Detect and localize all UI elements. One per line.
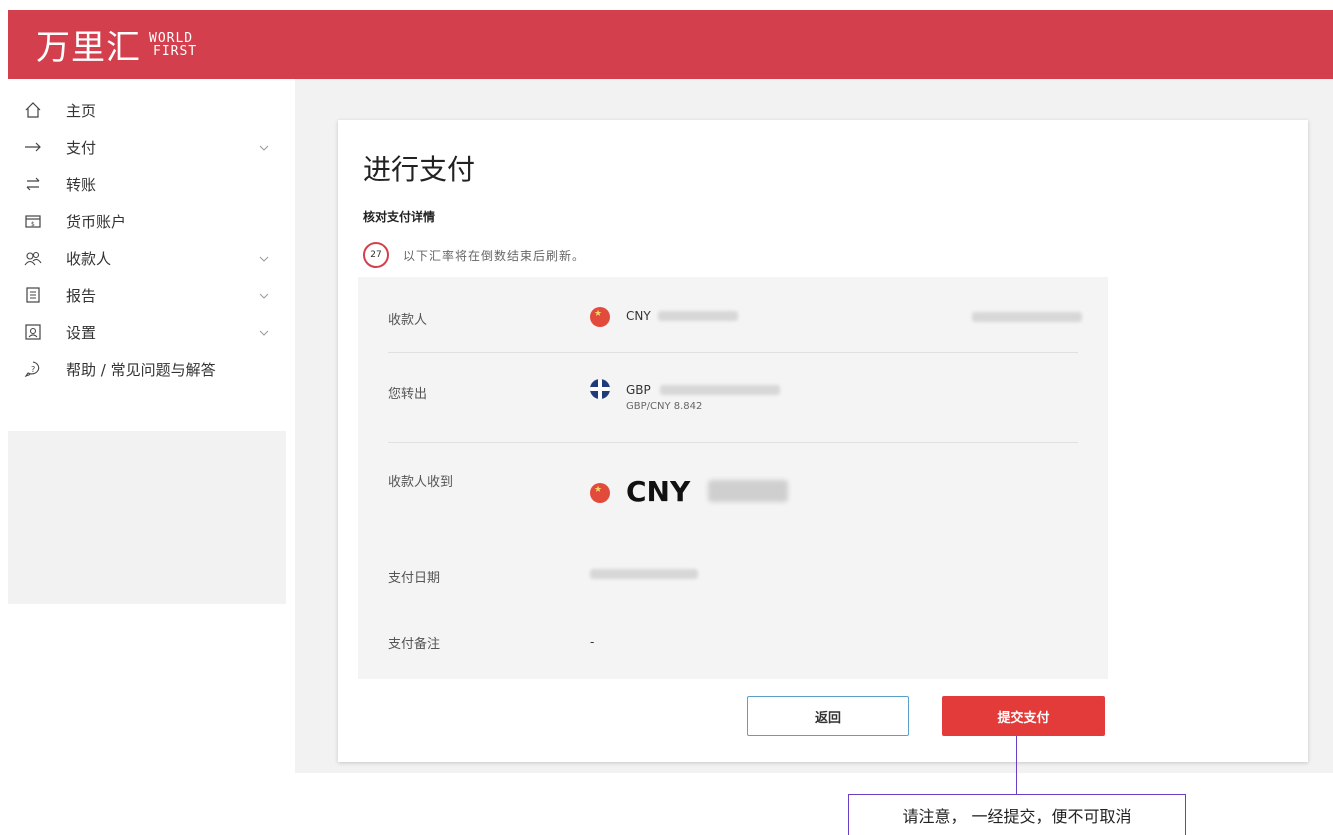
rate-timer-row: 27 以下汇率将在倒数结束后刷新。 [363,242,585,268]
sidebar-item-label: 收款人 [66,249,112,268]
sidebar-item-label: 帮助 / 常见问题与解答 [66,360,216,379]
back-button[interactable]: 返回 [747,696,909,736]
send-currency: GBP [626,383,651,397]
gb-flag-icon [590,379,610,399]
sidebar-item-label: 主页 [66,101,97,120]
report-icon [18,286,48,304]
countdown-timer-icon: 27 [363,242,389,268]
cn-flag-icon [590,483,610,503]
wallet-icon: $ [18,212,48,230]
receive-currency: CNY [626,475,691,508]
payment-date-redacted [590,569,698,579]
payment-details-panel: 收款人 CNY 您转出 GBP GBP/CNY 8.842 收款人收到 CNY … [358,277,1108,679]
payment-card: 进行支付 核对支付详情 27 以下汇率将在倒数结束后刷新。 收款人 CNY 您转… [338,120,1308,762]
you-send-label: 您转出 [388,387,428,402]
sidebar-empty-panel [8,431,286,604]
payment-note-value: - [590,635,595,649]
receive-amount-redacted [708,480,788,502]
sidebar-item-settings[interactable]: 设置 [8,317,283,347]
sidebar-item-transfer[interactable]: 转账 [8,169,283,199]
payee-account-redacted [972,312,1082,322]
payee-currency: CNY [626,309,651,323]
arrow-right-icon [18,138,48,156]
sidebar-item-payees[interactable]: 收款人 [8,243,283,273]
payee-label: 收款人 [388,313,428,328]
sidebar-item-home[interactable]: 主页 [8,95,283,125]
worldfirst-logo[interactable]: 万里汇 WORLD FIRST [36,20,197,69]
payment-note-label: 支付备注 [388,637,441,652]
sidebar-item-label: 转账 [66,175,97,194]
divider [388,352,1078,353]
sidebar-item-label: 货币账户 [66,212,127,231]
exchange-rate: GBP/CNY 8.842 [626,401,703,412]
chevron-down-icon [258,288,270,306]
timer-message: 以下汇率将在倒数结束后刷新。 [403,248,586,263]
sidebar-item-reports[interactable]: 报告 [8,280,283,310]
transfer-icon [18,175,48,193]
top-header: 万里汇 WORLD FIRST [8,10,1333,79]
sidebar-item-payments[interactable]: 支付 [8,132,283,162]
settings-icon [18,323,48,341]
divider [388,442,1078,443]
sidebar-item-currency-accounts[interactable]: $ 货币账户 [8,206,283,236]
cn-flag-icon [590,307,610,327]
chevron-down-icon [258,325,270,343]
warning-callout: 请注意， 一经提交，便不可取消 [848,794,1186,835]
callout-connector [1016,736,1017,794]
sidebar-item-help[interactable]: ? 帮助 / 常见问题与解答 [8,354,283,384]
sidebar-item-label: 支付 [66,138,97,157]
sidebar-item-label: 设置 [66,323,97,342]
svg-text:?: ? [31,365,35,374]
people-icon [18,249,48,267]
chevron-down-icon [258,140,270,158]
section-title: 核对支付详情 [363,210,436,224]
payee-name-redacted [658,311,738,321]
submit-payment-button[interactable]: 提交支付 [942,696,1105,736]
page-title: 进行支付 [363,153,476,186]
payment-date-label: 支付日期 [388,571,441,586]
logo-english: WORLD FIRST [149,30,198,59]
svg-text:$: $ [31,221,35,228]
help-icon: ? [18,360,48,378]
chevron-down-icon [258,251,270,269]
sidebar-item-label: 报告 [66,286,97,305]
home-icon [18,101,48,119]
sidebar: 主页 支付 转账 $ 货币账户 收款人 报告 设置 ? 帮助 / 常见问题与解答 [8,79,288,779]
send-amount-redacted [660,385,780,395]
logo-chinese: 万里汇 [36,28,141,68]
payee-receives-label: 收款人收到 [388,475,454,490]
